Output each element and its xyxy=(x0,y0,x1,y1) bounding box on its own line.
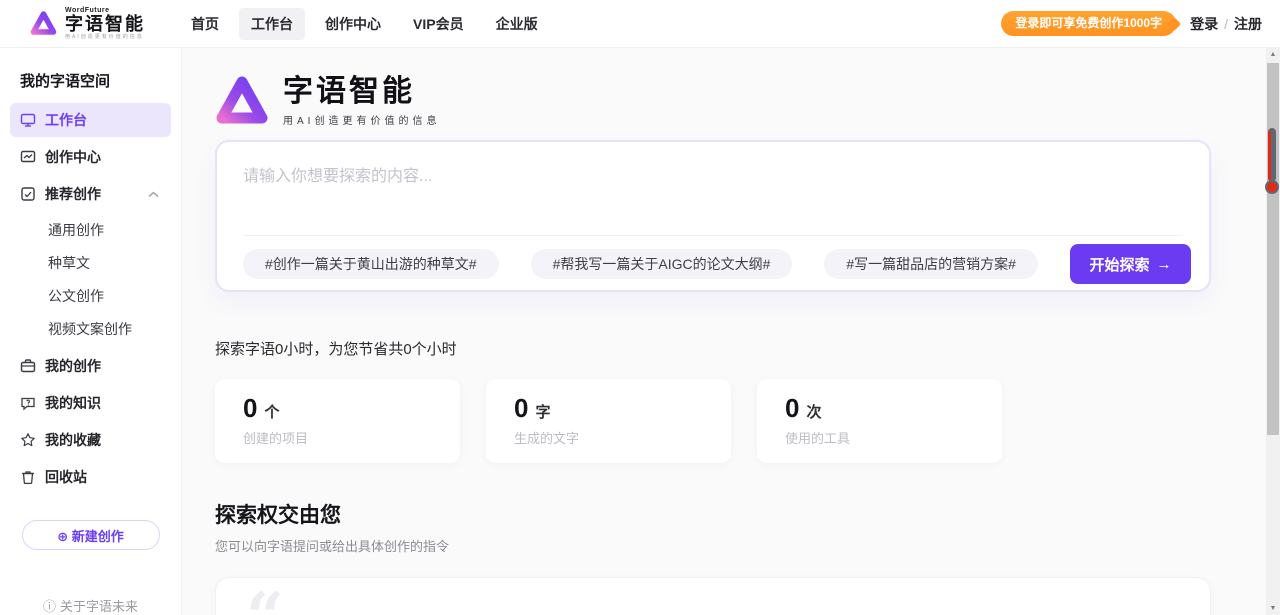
stat-value: 0 xyxy=(785,395,799,421)
hero-header: 字语智能 用AI创造更有价值的信息 xyxy=(215,74,1280,128)
brand-super-label: WordFuture xyxy=(65,7,145,14)
scrollbar-thumb[interactable] xyxy=(1267,63,1279,435)
stat-unit: 次 xyxy=(806,401,821,422)
explore-section-title: 探索权交由您 xyxy=(215,499,1280,529)
scroll-down-icon[interactable]: ▼ xyxy=(1266,605,1280,612)
search-input[interactable] xyxy=(243,162,1183,224)
thermometer-bulb xyxy=(1265,180,1279,194)
sidebar-item-label: 创作中心 xyxy=(45,147,101,167)
suggestion-chip-dessert[interactable]: #写一篇甜品店的营销方案# xyxy=(824,249,1038,279)
new-creation-label: 新建创作 xyxy=(72,529,124,544)
sidebar-title: 我的字语空间 xyxy=(20,70,181,91)
suggestion-chip-aigc[interactable]: #帮我写一篇关于AIGC的论文大纲# xyxy=(531,249,793,279)
sidebar: 我的字语空间 工作台 创作中心 推荐创作 xyxy=(0,48,182,615)
sidebar-item-recommend[interactable]: 推荐创作 xyxy=(10,177,171,211)
auth-separator: / xyxy=(1224,16,1228,32)
nav-right: 登录即可享免费创作1000字 登录 / 注册 xyxy=(1001,11,1262,36)
suggestion-chip-huangshan[interactable]: #创作一篇关于黄山出游的种草文# xyxy=(243,249,499,279)
nav-item-vip[interactable]: VIP会员 xyxy=(401,8,476,40)
brand-triangle-icon xyxy=(30,10,57,37)
quote-icon: “ xyxy=(246,584,284,615)
login-promo-badge[interactable]: 登录即可享免费创作1000字 xyxy=(1001,11,1176,36)
info-icon: ⓘ xyxy=(43,596,56,615)
stat-unit: 字 xyxy=(535,401,550,422)
top-navbar: WordFuture 字语智能 用AI创造更有价值的信息 首页 工作台 创作中心… xyxy=(0,0,1280,48)
sidebar-subitem-general-creation[interactable]: 通用创作 xyxy=(0,214,181,247)
hero-title: 字语智能 xyxy=(283,75,440,108)
sidebar-item-label: 推荐创作 xyxy=(45,184,101,204)
star-icon xyxy=(20,432,36,448)
thermometer-icon xyxy=(1265,128,1279,194)
chevron-up-icon[interactable] xyxy=(148,191,159,198)
question-bubble-icon xyxy=(20,395,36,411)
brand-tagline: 用AI创造更有价值的信息 xyxy=(65,35,145,40)
briefcase-icon xyxy=(20,358,36,374)
nav-item-creation-center[interactable]: 创作中心 xyxy=(313,8,393,40)
brand-logo: WordFuture 字语智能 用AI创造更有价值的信息 xyxy=(30,7,145,40)
sidebar-item-my-creation[interactable]: 我的创作 xyxy=(10,349,171,383)
sidebar-item-workbench[interactable]: 工作台 xyxy=(10,103,171,137)
brand-name: 字语智能 xyxy=(65,15,145,33)
sidebar-item-recycle-bin[interactable]: 回收站 xyxy=(10,460,171,494)
nav-item-home[interactable]: 首页 xyxy=(179,8,231,40)
hero-triangle-icon xyxy=(215,74,269,128)
stat-value: 0 xyxy=(243,395,257,421)
about-label: 关于字语未来 xyxy=(60,596,138,615)
stat-label: 生成的文字 xyxy=(514,428,731,447)
stat-label: 使用的工具 xyxy=(785,428,1002,447)
stat-label: 创建的项目 xyxy=(243,428,460,447)
scroll-up-icon[interactable]: ▲ xyxy=(1266,51,1280,58)
suggestion-chips-row: #创作一篇关于黄山出游的种草文# #帮我写一篇关于AIGC的论文大纲# #写一篇… xyxy=(243,244,1191,284)
workbench-icon xyxy=(20,112,36,128)
sidebar-item-my-knowledge[interactable]: 我的知识 xyxy=(10,386,171,420)
stat-card-projects: 0 个 创建的项目 xyxy=(215,379,460,463)
prompt-example-card: “ 字语智能是什么? 嘿，帮我创作一篇北京出游攻略 xyxy=(215,577,1211,615)
trash-icon xyxy=(20,469,36,485)
stats-summary: 探索字语0小时，为您节省共0个小时 xyxy=(215,338,1280,359)
nav-item-workbench[interactable]: 工作台 xyxy=(239,8,305,40)
new-creation-button[interactable]: ⊕ 新建创作 xyxy=(22,520,160,550)
search-card: #创作一篇关于黄山出游的种草文# #帮我写一篇关于AIGC的论文大纲# #写一篇… xyxy=(215,140,1211,292)
creation-center-icon xyxy=(20,149,36,165)
arrow-right-icon: → xyxy=(1156,256,1171,273)
hero-subtitle: 用AI创造更有价值的信息 xyxy=(283,112,440,127)
stat-cards: 0 个 创建的项目 0 字 生成的文字 0 次 使用的工具 xyxy=(215,379,1280,463)
stat-card-tools: 0 次 使用的工具 xyxy=(757,379,1002,463)
stat-value: 0 xyxy=(514,395,528,421)
nav-item-enterprise[interactable]: 企业版 xyxy=(484,8,550,40)
auth-links: 登录 / 注册 xyxy=(1190,14,1262,34)
sidebar-item-label: 回收站 xyxy=(45,467,87,487)
main-content: 字语智能 用AI创造更有价值的信息 #创作一篇关于黄山出游的种草文# #帮我写一… xyxy=(182,48,1280,615)
sidebar-item-label: 我的知识 xyxy=(45,393,101,413)
sidebar-item-my-favorites[interactable]: 我的收藏 xyxy=(10,423,171,457)
thermometer-line xyxy=(1268,131,1271,180)
stat-card-words: 0 字 生成的文字 xyxy=(486,379,731,463)
about-link[interactable]: ⓘ 关于字语未来 xyxy=(0,596,181,615)
search-divider xyxy=(243,235,1183,236)
sidebar-item-creation-center[interactable]: 创作中心 xyxy=(10,140,171,174)
sidebar-item-label: 我的收藏 xyxy=(45,430,101,450)
sidebar-subitem-video-copy[interactable]: 视频文案创作 xyxy=(0,313,181,346)
sidebar-subitem-seeding-article[interactable]: 种草文 xyxy=(0,247,181,280)
explore-section-subtitle: 您可以向字语提问或给出具体创作的指令 xyxy=(215,536,1280,555)
sidebar-item-label: 工作台 xyxy=(45,110,87,130)
nav-menu: 首页 工作台 创作中心 VIP会员 企业版 xyxy=(179,8,550,40)
sidebar-item-label: 我的创作 xyxy=(45,356,101,376)
stat-unit: 个 xyxy=(264,401,279,422)
register-link[interactable]: 注册 xyxy=(1234,14,1262,34)
start-explore-button[interactable]: 开始探索 → xyxy=(1070,244,1191,284)
start-explore-label: 开始探索 xyxy=(1089,254,1149,275)
explore-section: 探索权交由您 您可以向字语提问或给出具体创作的指令 “ 字语智能是什么? 嘿，帮… xyxy=(215,499,1280,615)
login-link[interactable]: 登录 xyxy=(1190,14,1218,34)
sidebar-subitem-official-doc[interactable]: 公文创作 xyxy=(0,280,181,313)
plus-circle-icon: ⊕ xyxy=(57,529,68,544)
recommend-icon xyxy=(20,186,36,202)
